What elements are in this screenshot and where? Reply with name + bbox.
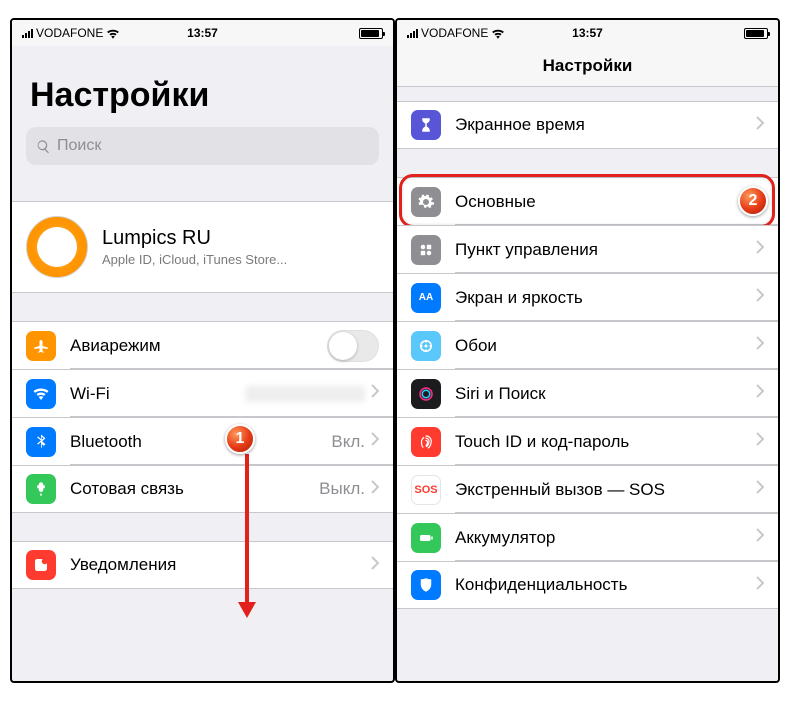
bluetooth-icon [26,427,56,457]
avatar [26,216,88,278]
airplane-toggle[interactable] [327,330,379,362]
privacy-label: Конфиденциальность [455,575,756,595]
cellular-value: Выкл. [319,479,365,499]
control-center-label: Пункт управления [455,240,756,260]
row-bluetooth[interactable]: Bluetooth Вкл. [12,417,393,465]
page-title: Настройки [12,46,393,127]
screentime-label: Экранное время [455,115,756,135]
chevron-right-icon [371,480,379,499]
battery-icon [744,28,768,39]
wallpaper-label: Обои [455,336,756,356]
chevron-right-icon [756,116,764,135]
chevron-right-icon [756,528,764,547]
gear-icon [411,187,441,217]
signal-icon [22,28,33,38]
row-notifications[interactable]: Уведомления [12,541,393,589]
clock: 13:57 [572,26,603,40]
wifi-label: Wi-Fi [70,384,245,404]
display-label: Экран и яркость [455,288,756,308]
row-control-center[interactable]: Пункт управления [397,225,778,273]
hourglass-icon [411,110,441,140]
battery-label: Аккумулятор [455,528,756,548]
clock: 13:57 [187,26,218,40]
profile-subtitle: Apple ID, iCloud, iTunes Store... [102,252,287,267]
status-bar: VODAFONE 13:57 [12,20,393,46]
cellular-icon [26,474,56,504]
touchid-label: Touch ID и код-пароль [455,432,756,452]
siri-icon [411,379,441,409]
control-center-icon [411,235,441,265]
general-label: Основные [455,192,756,212]
annotation-arrow [237,454,257,619]
airplane-icon [26,331,56,361]
row-battery[interactable]: Аккумулятор [397,513,778,561]
chevron-right-icon [756,240,764,259]
bluetooth-value: Вкл. [331,432,365,452]
search-placeholder: Поиск [57,137,101,155]
airplane-label: Авиарежим [70,336,327,356]
chevron-right-icon [756,288,764,307]
status-bar: VODAFONE 13:57 [397,20,778,46]
chevron-right-icon [756,384,764,403]
privacy-icon [411,570,441,600]
sos-icon: SOS [411,475,441,505]
battery-icon [359,28,383,39]
fingerprint-icon [411,427,441,457]
notifications-label: Уведомления [70,555,371,575]
row-display[interactable]: AA Экран и яркость [397,273,778,321]
chevron-right-icon [371,556,379,575]
annotation-badge-1: 1 [225,424,255,454]
carrier-label: VODAFONE [421,26,488,40]
profile-name: Lumpics RU [102,227,287,250]
chevron-right-icon [756,480,764,499]
row-general[interactable]: Основные [397,177,778,225]
display-icon: AA [411,283,441,313]
search-icon [36,139,51,154]
sos-label: Экстренный вызов — SOS [455,480,756,500]
bluetooth-label: Bluetooth [70,432,331,452]
row-wifi[interactable]: Wi-Fi [12,369,393,417]
row-sos[interactable]: SOS Экстренный вызов — SOS [397,465,778,513]
row-privacy[interactable]: Конфиденциальность [397,561,778,609]
wifi-icon [491,28,505,39]
row-wallpaper[interactable]: Обои [397,321,778,369]
battery-settings-icon [411,523,441,553]
cellular-label: Сотовая связь [70,479,319,499]
wifi-icon [106,28,120,39]
row-siri[interactable]: Siri и Поиск [397,369,778,417]
chevron-right-icon [756,336,764,355]
annotation-badge-2: 2 [738,186,768,216]
row-touchid[interactable]: Touch ID и код-пароль [397,417,778,465]
wifi-settings-icon [26,379,56,409]
chevron-right-icon [756,432,764,451]
nav-title: Настройки [397,46,778,87]
wallpaper-icon [411,331,441,361]
phone-left: VODAFONE 13:57 Настройки Поиск Lumpics R… [10,18,395,683]
row-cellular[interactable]: Сотовая связь Выкл. [12,465,393,513]
chevron-right-icon [371,432,379,451]
row-screen-time[interactable]: Экранное время [397,101,778,149]
profile-row[interactable]: Lumpics RU Apple ID, iCloud, iTunes Stor… [12,201,393,293]
row-airplane-mode[interactable]: Авиарежим [12,321,393,369]
signal-icon [407,28,418,38]
chevron-right-icon [756,576,764,595]
siri-label: Siri и Поиск [455,384,756,404]
chevron-right-icon [371,384,379,403]
wifi-value [245,386,365,402]
notifications-icon [26,550,56,580]
phone-right: VODAFONE 13:57 Настройки Экранное время [395,18,780,683]
search-input[interactable]: Поиск [26,127,379,165]
carrier-label: VODAFONE [36,26,103,40]
